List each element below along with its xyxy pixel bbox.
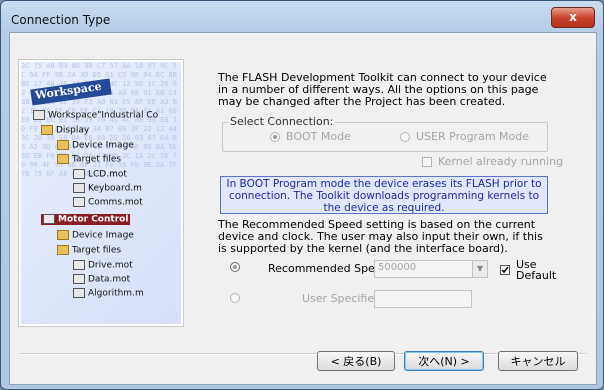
tree-node-file: Keyboard.m xyxy=(73,183,142,194)
radio-selected-icon xyxy=(270,131,280,142)
file-icon xyxy=(73,197,85,207)
radio-icon xyxy=(400,131,410,142)
checkbox-checked-icon xyxy=(500,265,510,275)
wizard-illustration: 3C 75 4B B3 8D 3B C7 57 AA 1B 97 9C 5C D… xyxy=(18,59,184,327)
workspace-icon xyxy=(33,110,45,120)
dialog-window: Connection Type x 3C 75 4B B3 8D 3B C7 5… xyxy=(0,0,604,390)
user-specified-input[interactable] xyxy=(374,290,472,308)
radio-icon xyxy=(230,293,240,303)
file-icon xyxy=(73,260,85,270)
workspace-tree: Workspace"Industrial Co Display Device I… xyxy=(33,108,183,318)
file-icon xyxy=(73,274,85,284)
recommended-speeds-value: 500000 xyxy=(378,262,417,273)
kernel-running-checkbox[interactable]: Kernel already running xyxy=(422,155,563,168)
file-icon xyxy=(73,183,85,193)
folder-icon xyxy=(57,230,69,240)
tree-node-motor-control: Motor Control xyxy=(41,214,131,225)
checkbox-icon xyxy=(422,156,432,167)
boot-mode-radio[interactable]: BOOT Mode xyxy=(270,130,351,143)
recommended-speed-radio[interactable] xyxy=(230,262,246,272)
window-title: Connection Type xyxy=(11,13,111,27)
folder-icon xyxy=(57,140,69,150)
intro-description: The FLASH Development Toolkit can connec… xyxy=(218,71,547,108)
folder-icon xyxy=(57,245,69,255)
tree-node-device-image: Device Image xyxy=(57,230,134,241)
user-program-mode-radio[interactable]: USER Program Mode xyxy=(400,130,529,143)
back-button[interactable]: < 戻る(B) xyxy=(317,351,395,371)
tree-node-target-files: Target files xyxy=(57,245,121,256)
folder-icon xyxy=(57,154,69,164)
tree-node-file: LCD.mot xyxy=(73,169,127,180)
boot-mode-notice: In BOOT Program mode the device erases i… xyxy=(220,176,548,214)
project-icon xyxy=(43,214,55,224)
tree-node-file: Drive.mot xyxy=(73,260,133,271)
chevron-down-icon[interactable]: ▼ xyxy=(472,261,487,277)
tree-node-file: Comms.mot xyxy=(73,197,143,208)
close-button[interactable]: x xyxy=(551,7,595,28)
dialog-client-area: 3C 75 4B B3 8D 3B C7 57 AA 1B 97 9C 5C D… xyxy=(9,32,597,385)
tree-node-file: Algorithm.m xyxy=(73,288,144,299)
speed-description: The Recommended Speed setting is based o… xyxy=(218,218,543,255)
select-connection-label: Select Connection: xyxy=(228,115,336,128)
folder-icon xyxy=(41,125,53,135)
tree-node-target-files: Target files xyxy=(57,154,121,165)
file-icon xyxy=(73,169,85,179)
next-button[interactable]: 次へ(N) > xyxy=(404,351,484,371)
tree-node-root: Workspace"Industrial Co xyxy=(33,110,158,121)
tree-node-file: Data.mot xyxy=(73,274,130,285)
file-icon xyxy=(73,288,85,298)
user-specified-radio[interactable] xyxy=(230,293,246,303)
cancel-button[interactable]: キャンセル xyxy=(498,351,578,371)
tree-node-device-image: Device Image xyxy=(57,140,134,151)
recommended-speeds-select[interactable]: 500000 ▼ xyxy=(374,260,488,278)
radio-selected-icon xyxy=(230,262,240,272)
tree-node-display: Display xyxy=(41,125,89,136)
user-specified-label: User Specified: xyxy=(302,292,385,305)
use-default-checkbox[interactable]: Use Default xyxy=(500,259,556,281)
